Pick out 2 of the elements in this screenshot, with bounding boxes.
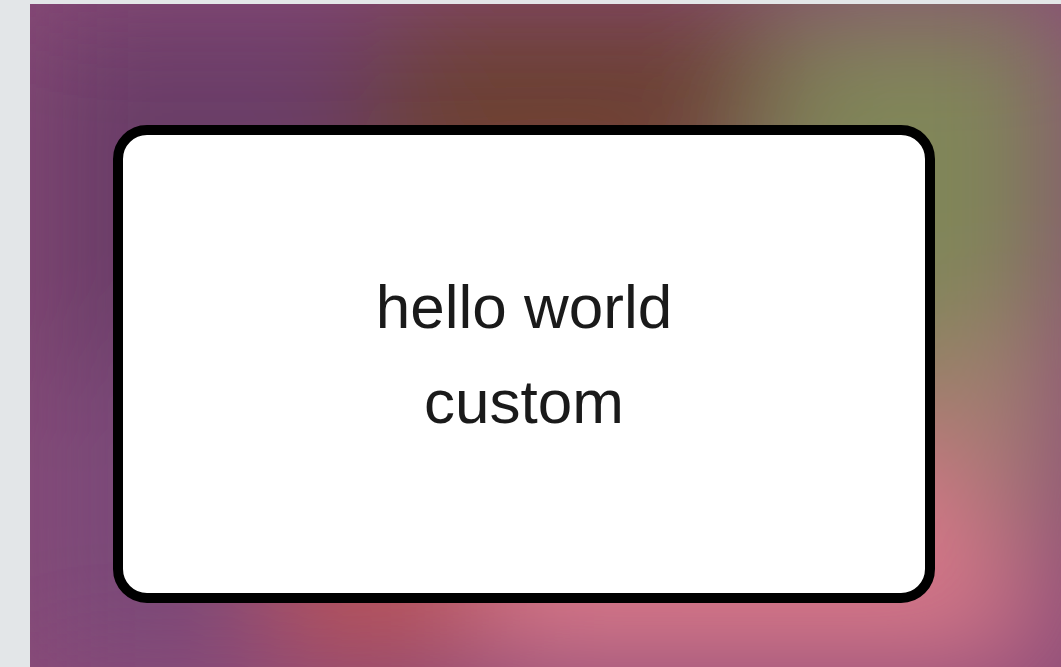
message-text: hello world <box>375 271 673 343</box>
message-text: custom <box>424 366 624 438</box>
